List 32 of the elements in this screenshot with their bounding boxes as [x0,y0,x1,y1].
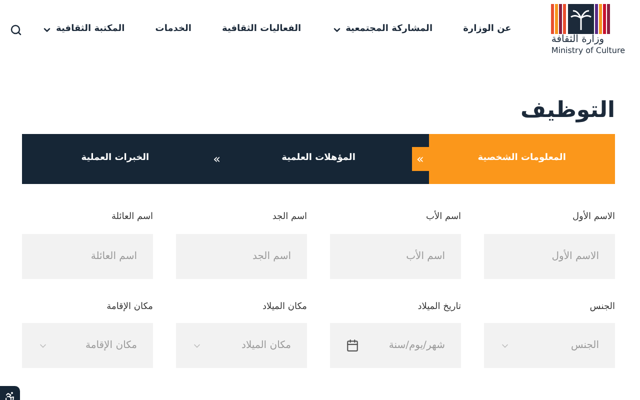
field-label: اسم الأب [426,211,461,224]
search-icon[interactable] [10,24,22,36]
nav-link[interactable]: المكتبة الثقافية [42,23,125,37]
text-field[interactable]: اسم الأب [330,234,461,278]
nav-link[interactable]: الفعاليات الثقافية [222,23,302,37]
step-tab[interactable]: المعلومات الشخصية [428,134,615,184]
field-label: اسم الجد [272,211,307,224]
field-label: الاسم الأول [572,211,615,224]
logo-english-text: Ministry of Culture [551,46,625,56]
calendar-icon [346,339,359,352]
logo-arabic-text: وزارة الثقافة [551,34,604,46]
nav-link[interactable]: المشاركة المجتمعية [332,23,433,37]
accessibility-icon [4,391,16,400]
field-label: تاريخ الميلاد [418,300,461,314]
text-field[interactable]: الاسم الأول [484,234,615,278]
select-field[interactable]: الجنس [484,323,615,368]
nav-link[interactable]: الخدمات [155,23,192,37]
date-field[interactable]: شهر/يوم/سنة [330,323,461,368]
field-label: اسم العائلة [111,211,153,224]
logo-icon [551,4,612,34]
text-field[interactable]: اسم الجد [176,234,307,278]
field-label: مكان الميلاد [262,300,307,314]
page-title: التوظيف [520,97,615,125]
chevron-down-icon [332,25,342,35]
field-label: مكان الإقامة [106,300,153,314]
nav-link[interactable]: عن الوزارة [463,23,512,37]
select-field[interactable]: مكان الإقامة [22,323,153,368]
chevron-down-icon [42,25,52,35]
field-label: الجنس [590,300,615,314]
step-arrow: » [212,151,222,168]
text-field[interactable]: اسم العائلة [22,234,153,278]
select-field[interactable]: مكان الميلاد [176,323,307,368]
